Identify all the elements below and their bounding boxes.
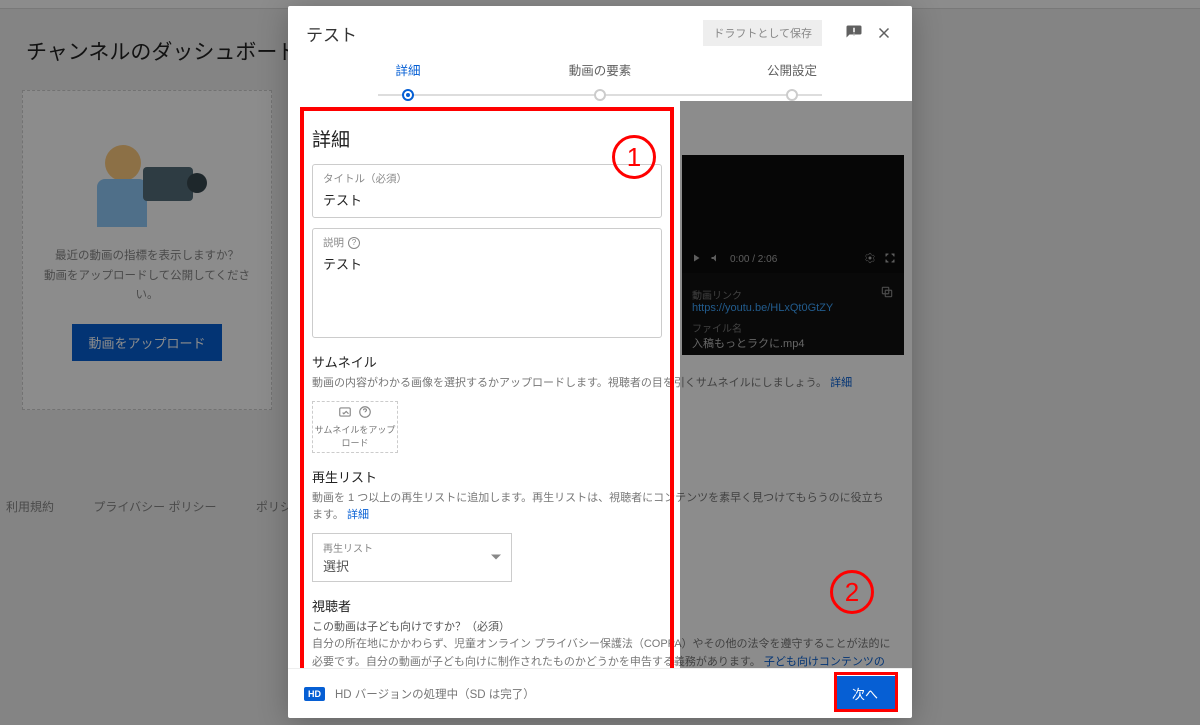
help-icon bbox=[358, 405, 372, 421]
thumbnail-upload-box[interactable]: サムネイルをアップロード bbox=[312, 401, 398, 453]
next-button[interactable]: 次へ bbox=[834, 676, 896, 711]
processing-status: HD バージョンの処理中（SD は完了） bbox=[335, 686, 824, 702]
modal-header: テスト ドラフトとして保存 bbox=[288, 6, 912, 52]
annotation-badge-1: 1 bbox=[612, 135, 656, 179]
add-image-icon bbox=[338, 405, 352, 421]
modal-footer: HD HD バージョンの処理中（SD は完了） 次へ bbox=[288, 668, 912, 718]
preview-shade bbox=[680, 101, 912, 668]
annotation-badge-2: 2 bbox=[830, 570, 874, 614]
modal-title: テスト bbox=[306, 21, 703, 46]
save-draft-button[interactable]: ドラフトとして保存 bbox=[703, 20, 822, 46]
title-field[interactable]: タイトル（必須） テスト bbox=[312, 164, 662, 218]
title-input-value: テスト bbox=[323, 190, 651, 209]
playlist-select[interactable]: 再生リスト 選択 bbox=[312, 533, 512, 582]
modal-stepper: 詳細 動画の要素 公開設定 bbox=[288, 52, 912, 101]
playlist-more-link[interactable]: 詳細 bbox=[347, 509, 369, 521]
close-icon[interactable] bbox=[874, 23, 894, 43]
modal-overlay: テスト ドラフトとして保存 詳細 動画の要素 公開設定 1 詳細 bbox=[0, 0, 1200, 725]
chevron-down-icon bbox=[491, 555, 501, 560]
help-icon[interactable]: ? bbox=[348, 237, 360, 249]
upload-details-modal: テスト ドラフトとして保存 詳細 動画の要素 公開設定 1 詳細 bbox=[288, 6, 912, 718]
feedback-icon[interactable] bbox=[844, 23, 864, 43]
description-input-value: テスト bbox=[323, 254, 651, 273]
hd-badge: HD bbox=[304, 687, 325, 701]
description-field[interactable]: 説明 ? テスト bbox=[312, 228, 662, 338]
